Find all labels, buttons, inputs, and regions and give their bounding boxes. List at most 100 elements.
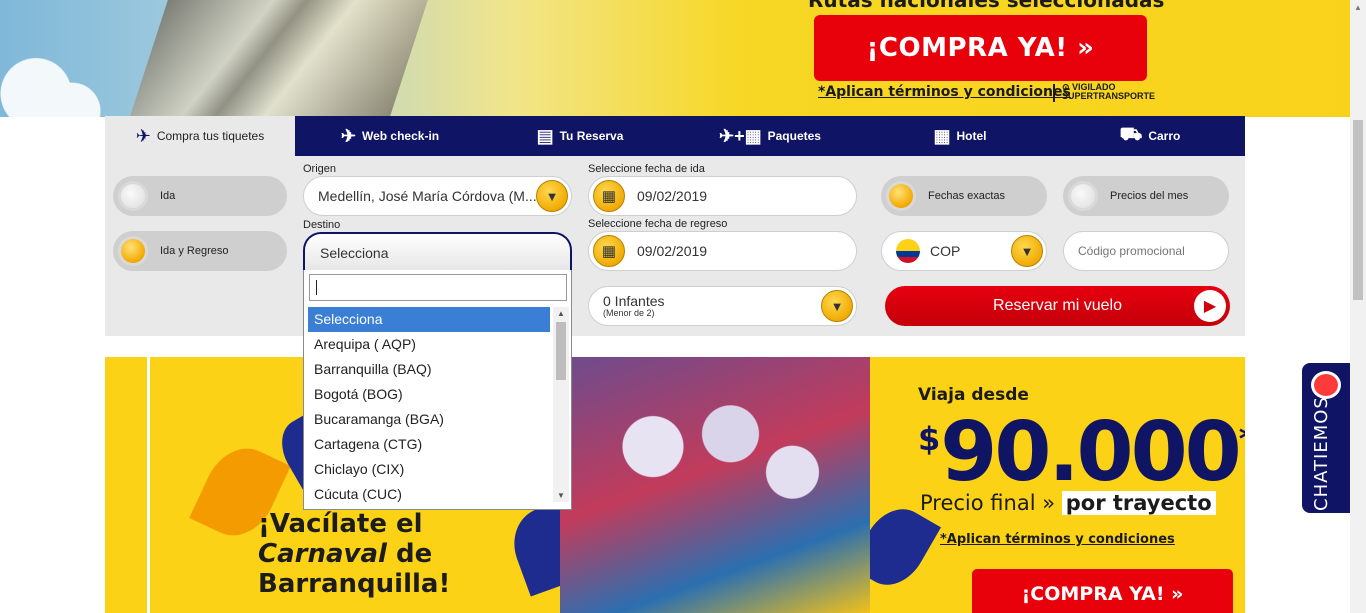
list-item[interactable]: Arequipa ( AQP) — [308, 332, 550, 357]
destination-label: Destino — [303, 219, 341, 231]
list-item[interactable]: Selecciona — [308, 307, 550, 332]
price-value: 90.000 — [940, 405, 1241, 500]
tab-tu-reserva[interactable]: ▤ Tu Reserva — [485, 116, 675, 156]
hero-terms-link[interactable]: *Aplican términos y condiciones — [818, 84, 1071, 100]
play-arrow-icon: ▶ — [1194, 290, 1226, 322]
precios-mes-option[interactable]: Precios del mes — [1063, 176, 1229, 216]
currency-symbol: $ — [918, 420, 941, 458]
date-ida-field[interactable]: ▦ 09/02/2019 — [588, 176, 857, 216]
reserve-button[interactable]: Reservar mi vuelo ▶ — [885, 286, 1230, 326]
destination-select[interactable]: Selecciona — [303, 232, 572, 272]
date-regreso-value: 09/02/2019 — [637, 243, 708, 259]
promo-buy-button[interactable]: ¡COMPRA YA! » — [972, 569, 1233, 613]
tab-paquetes[interactable]: ✈+▦ Paquetes — [675, 116, 865, 156]
radio-precios-mes[interactable] — [1068, 181, 1098, 211]
radio-ida[interactable] — [118, 181, 148, 211]
currency-select[interactable]: COP ▼ — [881, 231, 1047, 271]
scroll-up-icon[interactable]: ▲ — [1354, 3, 1362, 12]
origin-select[interactable]: Medellín, José María Córdova (M... ▼ — [303, 176, 572, 216]
carnival-line: Carnaval — [258, 539, 387, 569]
scroll-thumb[interactable] — [1353, 120, 1363, 300]
destination-value: Selecciona — [320, 245, 389, 261]
date-ida-value: 09/02/2019 — [637, 188, 708, 204]
trip-ida-regreso-label: Ida y Regreso — [160, 245, 229, 257]
car-icon: ⛟ — [1119, 124, 1143, 144]
date-regreso-label: Seleccione fecha de regreso — [588, 218, 728, 230]
tab-label: Tu Reserva — [559, 129, 624, 143]
fechas-exactas-option[interactable]: Fechas exactas — [881, 176, 1047, 216]
scroll-thumb[interactable] — [556, 322, 566, 380]
page-scrollbar[interactable]: ▲ — [1350, 0, 1366, 613]
carnival-photo — [560, 357, 870, 613]
carnival-line: Barranquilla! — [258, 569, 451, 599]
destination-search-input[interactable] — [309, 274, 567, 301]
hero-buy-button[interactable]: ¡COMPRA YA! » — [814, 15, 1147, 81]
plane-wing-image — [125, 0, 435, 117]
price-asterisk: * — [1239, 420, 1245, 458]
infants-select[interactable]: 0 Infantes (Menor de 2) ▼ — [588, 286, 857, 326]
infants-sub: (Menor de 2) — [603, 308, 655, 318]
plane-icon: ✈ — [135, 125, 151, 146]
promo-final-label: Precio final » por trayecto — [920, 491, 1216, 515]
reservation-icon: ▤ — [536, 125, 554, 146]
chat-button[interactable]: CHATIEMOS — [1302, 363, 1350, 513]
tab-web-checkin[interactable]: ✈ Web check-in — [295, 116, 485, 156]
scroll-down-icon[interactable]: ▼ — [553, 491, 569, 500]
booking-tabs: ✈ Compra tus tiquetes ✈ Web check-in ▤ T… — [105, 116, 1245, 156]
divider — [1053, 84, 1055, 102]
plane-hotel-icon: ✈+▦ — [719, 125, 762, 146]
list-item[interactable]: Barranquilla (BAQ) — [308, 357, 550, 382]
currency-value: COP — [930, 243, 961, 259]
hotel-icon: ▦ — [933, 125, 951, 146]
scroll-up-icon[interactable]: ▲ — [553, 309, 569, 318]
tab-label: Web check-in — [361, 129, 440, 143]
date-ida-label: Seleccione fecha de ida — [588, 163, 705, 175]
tab-carro[interactable]: ⛟ Carro — [1055, 116, 1245, 156]
tab-hotel[interactable]: ▦ Hotel — [865, 116, 1055, 156]
vigilado-logo: ⊙ VIGILADO SUPERTRANSPORTE — [1062, 82, 1156, 101]
list-item[interactable]: Bucaramanga (BGA) — [308, 407, 550, 432]
calendar-icon[interactable]: ▦ — [593, 180, 625, 212]
cloud-decoration — [0, 0, 120, 117]
carnival-line: ¡Vacílate el — [258, 509, 423, 539]
fechas-exactas-label: Fechas exactas — [928, 190, 1006, 202]
booking-widget: ✈ Compra tus tiquetes ✈ Web check-in ▤ T… — [105, 116, 1245, 336]
radio-ida-regreso[interactable] — [118, 236, 148, 266]
final-bold-text: por trayecto — [1061, 491, 1216, 515]
tab-label: Hotel — [956, 129, 987, 143]
divider — [147, 357, 150, 613]
chevron-down-icon[interactable]: ▼ — [536, 180, 568, 212]
text-caret — [316, 280, 317, 295]
hero-headline: Rutas nacionales seleccionadas — [808, 0, 1165, 12]
chevron-down-icon[interactable]: ▼ — [821, 290, 853, 322]
carnival-line: de — [386, 539, 433, 569]
trip-ida-option[interactable]: Ida — [113, 176, 287, 216]
tab-compra-tiquetes[interactable]: ✈ Compra tus tiquetes — [105, 116, 295, 156]
calendar-icon[interactable]: ▦ — [593, 235, 625, 267]
final-text: Precio final » — [920, 491, 1056, 515]
destination-options: Selecciona Arequipa ( AQP) Barranquilla … — [308, 307, 569, 502]
promo-price: $90.000* — [918, 405, 1245, 500]
date-regreso-field[interactable]: ▦ 09/02/2019 — [588, 231, 857, 271]
list-item[interactable]: Chiclayo (CIX) — [308, 457, 550, 482]
list-item[interactable]: Cúcuta (CUC) — [308, 482, 550, 507]
plane-checkin-icon: ✈ — [340, 125, 356, 146]
trip-ida-label: Ida — [160, 190, 176, 202]
dropdown-scrollbar[interactable]: ▲ ▼ — [553, 307, 569, 502]
hero-banner: Rutas nacionales seleccionadas ¡COMPRA Y… — [0, 0, 1350, 117]
colombia-flag-icon — [896, 239, 920, 263]
promo-terms-link[interactable]: *Aplican términos y condiciones — [940, 532, 1175, 547]
chevron-down-icon[interactable]: ▼ — [1011, 235, 1043, 267]
reserve-label: Reservar mi vuelo — [993, 297, 1122, 314]
chat-bubble-icon — [1311, 371, 1341, 399]
tab-label: Compra tus tiquetes — [156, 129, 265, 143]
promo-banner[interactable]: ¡Vacílate el Carnaval de Barranquilla! V… — [105, 357, 1245, 613]
origin-value: Medellín, José María Córdova (M... — [318, 188, 537, 204]
list-item[interactable]: Cartagena (CTG) — [308, 432, 550, 457]
trip-ida-regreso-option[interactable]: Ida y Regreso — [113, 231, 287, 271]
radio-fechas-exactas[interactable] — [886, 181, 916, 211]
promo-code-input[interactable] — [1063, 231, 1229, 271]
list-item[interactable]: Bogotá (BOG) — [308, 382, 550, 407]
infants-value: 0 Infantes — [603, 293, 665, 309]
precios-mes-label: Precios del mes — [1110, 190, 1189, 202]
